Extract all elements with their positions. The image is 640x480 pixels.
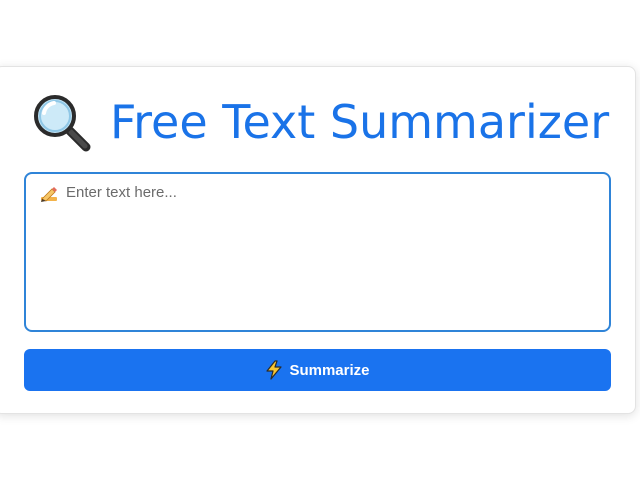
text-input[interactable] bbox=[26, 174, 609, 330]
lightning-bolt-icon bbox=[265, 360, 283, 380]
page-title: Free Text Summarizer bbox=[110, 95, 610, 149]
summarize-button[interactable]: Summarize bbox=[24, 349, 611, 391]
text-input-container bbox=[24, 172, 611, 332]
summarize-button-label: Summarize bbox=[289, 361, 370, 379]
magnifying-glass-icon bbox=[30, 91, 92, 153]
page-header: Free Text Summarizer bbox=[30, 90, 609, 154]
